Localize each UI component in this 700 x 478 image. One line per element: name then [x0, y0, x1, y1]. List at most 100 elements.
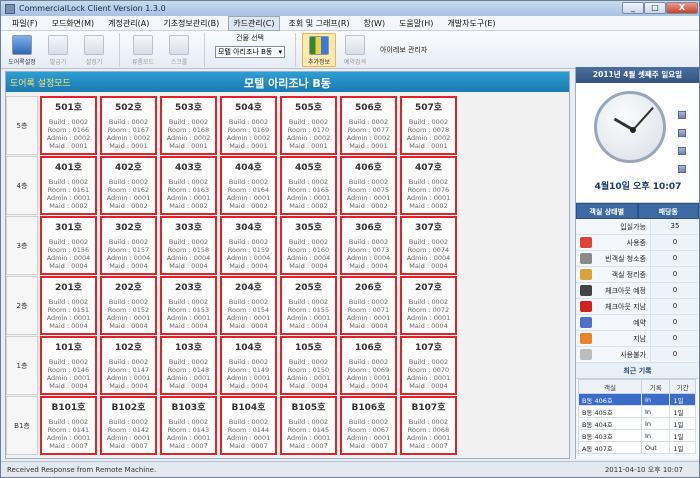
- room-card[interactable]: 507호 Build : 0002 Room : 0078 Admin : 0002 M…: [400, 96, 457, 155]
- col-period[interactable]: 기간: [669, 379, 696, 394]
- bar-chart-button[interactable]: 추가정보: [302, 33, 336, 67]
- room-mode-button[interactable]: 류룸모드: [126, 33, 160, 67]
- recent-log-row[interactable]: B동 403호 In 1일: [578, 429, 696, 442]
- room-admin-value: 0001: [373, 434, 391, 442]
- issuer-button[interactable]: 발급기: [41, 33, 75, 67]
- status-row[interactable]: 체크아웃 예정 0: [576, 283, 699, 299]
- room-card[interactable]: 106호 Build : 0002 Room : 0069 Admin : 0001 M…: [340, 336, 397, 395]
- room-card[interactable]: 101호 Build : 0002 Room : 0146 Admin : 0001 M…: [40, 336, 97, 395]
- room-card[interactable]: 506호 Build : 0002 Room : 0077 Admin : 0002 M…: [340, 96, 397, 155]
- room-card[interactable]: 504호 Build : 0002 Room : 0169 Admin : 0002 M…: [220, 96, 277, 155]
- recent-log-row[interactable]: B동 406호 In 1일: [578, 393, 696, 406]
- status-row[interactable]: 빈객실 청소중 0: [576, 251, 699, 267]
- room-card[interactable]: 205호 Build : 0002 Room : 0155 Admin : 0001 M…: [280, 276, 337, 335]
- door-lock-button[interactable]: 도어록설정: [5, 33, 39, 67]
- room-card[interactable]: 501호 Build : 0002 Room : 0166 Admin : 0002 M…: [40, 96, 97, 155]
- view-option-icon[interactable]: [678, 147, 686, 155]
- building-select-dropdown[interactable]: 모텔 아리조나 B동 ▾: [215, 46, 285, 58]
- room-card[interactable]: B101호 Build : 0002 Room : 0141 Admin : 0001…: [40, 396, 97, 455]
- room-card[interactable]: 307호 Build : 0002 Room : 0074 Admin : 0004 M…: [400, 216, 457, 275]
- room-card[interactable]: 503호 Build : 0002 Room : 0168 Admin : 0002 M…: [160, 96, 217, 155]
- setter-icon: [84, 35, 104, 55]
- room-number: 103호: [174, 343, 203, 353]
- status-row[interactable]: 예약 0: [576, 315, 699, 331]
- room-card[interactable]: 104호 Build : 0002 Room : 0149 Admin : 0001 M…: [220, 336, 277, 395]
- view-option-icon[interactable]: [678, 111, 686, 119]
- room-admin: Admin : 0001: [347, 374, 391, 382]
- recent-log-row[interactable]: B동 404호 In 1일: [578, 417, 696, 430]
- room-card[interactable]: 103호 Build : 0002 Room : 0148 Admin : 0001 M…: [160, 336, 217, 395]
- status-row[interactable]: 사용중 0: [576, 235, 699, 251]
- recent-log-row[interactable]: A동 407호 Out 1일: [578, 441, 696, 454]
- room-number: B104호: [231, 403, 266, 413]
- floor-label: B1층: [6, 396, 38, 455]
- room-card[interactable]: 505호 Build : 0002 Room : 0170 Admin : 0002 M…: [280, 96, 337, 155]
- tab-room-status[interactable]: 객실 상태별: [576, 203, 638, 219]
- room-number: 502호: [114, 103, 143, 113]
- minimize-button[interactable]: _: [622, 2, 644, 14]
- room-maid: Maid : 0002: [349, 202, 387, 210]
- maximize-button[interactable]: □: [644, 2, 666, 14]
- view-option-icon[interactable]: [678, 165, 686, 173]
- room-card[interactable]: 402호 Build : 0002 Room : 0162 Admin : 0001 M…: [100, 156, 157, 215]
- room-card[interactable]: 305호 Build : 0002 Room : 0160 Admin : 0004 M…: [280, 216, 337, 275]
- room-card[interactable]: 306호 Build : 0002 Room : 0073 Admin : 0004 M…: [340, 216, 397, 275]
- room-card[interactable]: B105호 Build : 0002 Room : 0145 Admin : 0001…: [280, 396, 337, 455]
- menu-item[interactable]: 계정관리(A): [103, 16, 154, 31]
- menu-item[interactable]: 창(W): [359, 16, 391, 31]
- room-build-label: Build :: [408, 178, 432, 186]
- room-maid-label: Maid :: [109, 442, 132, 450]
- room-card[interactable]: 204호 Build : 0002 Room : 0154 Admin : 0001 M…: [220, 276, 277, 335]
- room-card[interactable]: 301호 Build : 0002 Room : 0156 Admin : 0004 M…: [40, 216, 97, 275]
- scroll-button[interactable]: 스크롤: [162, 33, 196, 67]
- room-card[interactable]: B102호 Build : 0002 Room : 0142 Admin : 0001…: [100, 396, 157, 455]
- room-card[interactable]: 502호 Build : 0002 Room : 0167 Admin : 0002 M…: [100, 96, 157, 155]
- room-card[interactable]: 105호 Build : 0002 Room : 0150 Admin : 0001 M…: [280, 336, 337, 395]
- room-card[interactable]: 207호 Build : 0002 Room : 0072 Admin : 0001 M…: [400, 276, 457, 335]
- room-card[interactable]: 404호 Build : 0002 Room : 0164 Admin : 0001 M…: [220, 156, 277, 215]
- view-option-icon[interactable]: [678, 129, 686, 137]
- room-maid-value: 0004: [431, 382, 448, 390]
- room-card[interactable]: 405호 Build : 0002 Room : 0165 Admin : 0001 M…: [280, 156, 337, 215]
- status-row[interactable]: 입실가능 35: [576, 219, 699, 235]
- room-card[interactable]: 202호 Build : 0002 Room : 0152 Admin : 0001 M…: [100, 276, 157, 335]
- room-card[interactable]: B107호 Build : 0002 Room : 0068 Admin : 0001…: [400, 396, 457, 455]
- menu-item[interactable]: 파일(F): [7, 16, 43, 31]
- room-card[interactable]: 407호 Build : 0002 Room : 0076 Admin : 0001 M…: [400, 156, 457, 215]
- room-card[interactable]: 304호 Build : 0002 Room : 0159 Admin : 0004 M…: [220, 216, 277, 275]
- setter-button[interactable]: 설정기: [77, 33, 111, 67]
- floor-row: 4층 401호 Build : 0002 Room : 0161 Admin : 000…: [6, 156, 569, 215]
- reservation-search-button[interactable]: 예약검색: [338, 33, 372, 67]
- room-card[interactable]: 406호 Build : 0002 Room : 0075 Admin : 0001 M…: [340, 156, 397, 215]
- menu-item[interactable]: 도움말(H): [394, 16, 438, 31]
- room-id-value: 0153: [192, 306, 210, 314]
- room-card[interactable]: B106호 Build : 0002 Room : 0067 Admin : 0001…: [340, 396, 397, 455]
- tab-building[interactable]: 패당동: [637, 203, 699, 219]
- status-row[interactable]: 지남 0: [576, 331, 699, 347]
- room-card[interactable]: 401호 Build : 0002 Room : 0161 Admin : 0001 M…: [40, 156, 97, 215]
- col-record[interactable]: 기록: [640, 379, 671, 394]
- status-row[interactable]: 사용불가 0: [576, 347, 699, 363]
- room-card[interactable]: 302호 Build : 0002 Room : 0157 Admin : 0004 M…: [100, 216, 157, 275]
- menu-item[interactable]: 조회 및 그래프(R): [284, 16, 355, 31]
- menu-item[interactable]: 모드화면(M): [47, 16, 100, 31]
- room-card[interactable]: 203호 Build : 0002 Room : 0153 Admin : 0001 M…: [160, 276, 217, 335]
- menu-item[interactable]: 기초정보관리(B): [158, 16, 224, 31]
- room-card[interactable]: B104호 Build : 0002 Room : 0144 Admin : 0001…: [220, 396, 277, 455]
- menu-item[interactable]: 카드관리(C): [228, 15, 280, 31]
- col-room[interactable]: 객실: [578, 379, 642, 394]
- room-card[interactable]: 102호 Build : 0002 Room : 0147 Admin : 0001 M…: [100, 336, 157, 395]
- room-card[interactable]: 201호 Build : 0002 Room : 0151 Admin : 0001 M…: [40, 276, 97, 335]
- close-button[interactable]: X: [666, 2, 698, 14]
- room-card[interactable]: B103호 Build : 0002 Room : 0143 Admin : 0001…: [160, 396, 217, 455]
- room-card[interactable]: 303호 Build : 0002 Room : 0158 Admin : 0004 M…: [160, 216, 217, 275]
- recent-log-row[interactable]: B동 405호 In 1일: [578, 405, 696, 418]
- menu-item[interactable]: 개발자도구(E): [442, 16, 500, 31]
- room-build: Build : 0002: [289, 418, 328, 426]
- room-card[interactable]: 206호 Build : 0002 Room : 0071 Admin : 0001 M…: [340, 276, 397, 335]
- room-card[interactable]: 403호 Build : 0002 Room : 0163 Admin : 0001 M…: [160, 156, 217, 215]
- room-id-value: 0148: [192, 366, 210, 374]
- status-row[interactable]: 체크아웃 지남 0: [576, 299, 699, 315]
- room-card[interactable]: 107호 Build : 0002 Room : 0070 Admin : 0001 M…: [400, 336, 457, 395]
- status-row[interactable]: 객실 정리중 0: [576, 267, 699, 283]
